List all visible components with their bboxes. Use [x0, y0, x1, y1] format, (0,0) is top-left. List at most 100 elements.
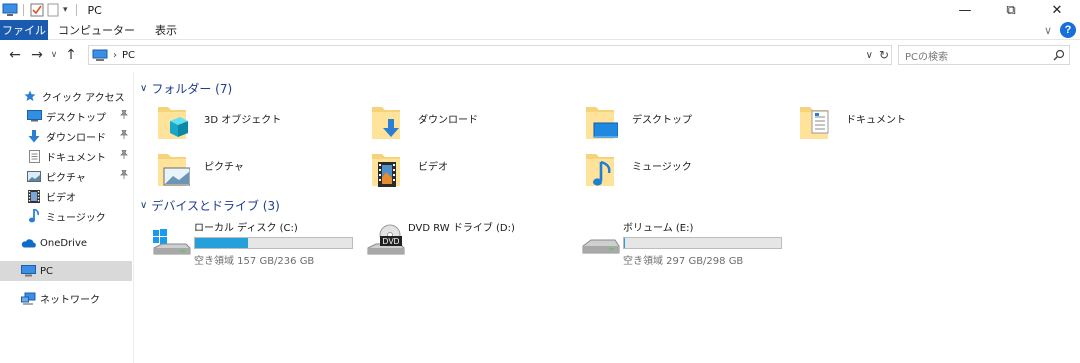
- dvd-drive-icon: DVD: [366, 219, 406, 259]
- folder-pictures[interactable]: ピクチャ: [156, 150, 366, 198]
- folder-downloads[interactable]: ダウンロード: [370, 103, 580, 151]
- address-bar[interactable]: › PC ∨ ↻: [88, 45, 892, 65]
- folder-desktop[interactable]: デスクトップ: [584, 103, 794, 151]
- nav-item-desktop[interactable]: デスクトップ: [0, 106, 132, 126]
- new-folder-icon[interactable]: [45, 2, 61, 18]
- drive-label: ボリューム (E:): [623, 223, 694, 234]
- nav-label: ピクチャ: [46, 172, 86, 184]
- folder-music[interactable]: ミュージック: [584, 150, 794, 198]
- nav-label: デスクトップ: [46, 112, 106, 124]
- pictures-icon: [26, 168, 42, 184]
- folder-3d-objects[interactable]: 3D オブジェクト: [156, 103, 366, 151]
- onedrive-icon: [20, 235, 36, 251]
- drives-group-header[interactable]: ∨ デバイスとドライブ (3): [140, 197, 280, 214]
- drive-free-space: 空き領域 297 GB/298 GB: [623, 256, 744, 267]
- drive-c[interactable]: ローカル ディスク (C:) 空き領域 157 GB/236 GB: [152, 219, 353, 267]
- window-controls: — ⧉ ✕: [942, 0, 1080, 20]
- drive-e[interactable]: ボリューム (E:) 空き領域 297 GB/298 GB: [581, 219, 782, 267]
- address-row: ← → ∨ ↑ › PC ∨ ↻ PCの検索: [0, 40, 1080, 70]
- nav-quick-access[interactable]: クイック アクセス: [0, 86, 132, 106]
- folders-group-header[interactable]: ∨ フォルダー (7): [140, 80, 232, 97]
- breadcrumb-separator: ›: [113, 49, 117, 61]
- folder-documents[interactable]: ドキュメント: [798, 103, 1008, 151]
- folder-label: ビデオ: [418, 162, 448, 173]
- desktop-folder-icon: [584, 103, 626, 145]
- desktop-icon: [26, 108, 42, 124]
- documents-icon: [26, 148, 42, 164]
- qat-separator: [23, 4, 24, 16]
- downloads-folder-icon: [370, 103, 412, 145]
- folder-label: ダウンロード: [418, 115, 478, 126]
- folders-group-title: フォルダー (7): [151, 82, 233, 96]
- nav-label: ミュージック: [46, 212, 106, 224]
- documents-folder-icon: [798, 103, 840, 145]
- folder-videos[interactable]: ビデオ: [370, 150, 580, 198]
- window-title: PC: [87, 3, 102, 17]
- nav-item-videos[interactable]: ビデオ: [0, 186, 132, 206]
- qat-separator: [75, 4, 77, 16]
- drives-group-title: デバイスとドライブ (3): [151, 199, 280, 213]
- quick-access-toolbar: ▾ PC: [0, 0, 102, 20]
- ribbon-expand-icon[interactable]: ∨: [1044, 24, 1052, 37]
- recent-locations-button[interactable]: ∨: [48, 45, 60, 65]
- pin-icon[interactable]: [120, 169, 128, 182]
- properties-icon[interactable]: [29, 2, 45, 18]
- help-icon[interactable]: ?: [1060, 22, 1076, 38]
- music-icon: [26, 208, 42, 224]
- ribbon-right: ∨ ?: [1044, 20, 1076, 40]
- pc-icon: [92, 49, 108, 62]
- folder-label: ミュージック: [632, 162, 692, 173]
- pc-icon: [20, 263, 36, 279]
- address-dropdown-icon[interactable]: ∨: [866, 50, 873, 61]
- folder-label: デスクトップ: [632, 115, 692, 126]
- pin-icon[interactable]: [120, 129, 128, 142]
- tab-view[interactable]: 表示: [145, 20, 187, 40]
- nav-item-documents[interactable]: ドキュメント: [0, 146, 132, 166]
- disk-usage-bar: [623, 237, 782, 249]
- qat-dropdown-icon[interactable]: ▾: [63, 5, 68, 15]
- ribbon-tabs: ファイル コンピューター 表示 ∨ ?: [0, 19, 1080, 40]
- search-icon: [1053, 49, 1065, 64]
- windows-drive-icon: [152, 219, 192, 259]
- download-icon: [26, 128, 42, 144]
- search-input[interactable]: PCの検索: [898, 45, 1070, 65]
- tab-file[interactable]: ファイル: [0, 19, 48, 40]
- back-button[interactable]: ←: [6, 45, 24, 65]
- pin-icon[interactable]: [120, 109, 128, 122]
- restore-button[interactable]: ⧉: [988, 0, 1034, 20]
- navigation-pane: クイック アクセス デスクトップ ダウンロード ドキュメント ピクチャ ビデオ …: [0, 72, 134, 363]
- videos-folder-icon: [370, 150, 412, 192]
- nav-pc[interactable]: PC: [0, 261, 132, 281]
- up-button[interactable]: ↑: [62, 45, 80, 65]
- chevron-down-icon: ∨: [140, 200, 148, 211]
- network-icon: [20, 290, 36, 306]
- nav-label: OneDrive: [40, 237, 88, 249]
- nav-item-downloads[interactable]: ダウンロード: [0, 126, 132, 146]
- nav-item-pictures[interactable]: ピクチャ: [0, 166, 132, 186]
- nav-network[interactable]: ネットワーク: [0, 288, 132, 308]
- nav-label: ネットワーク: [40, 294, 100, 306]
- drive-d[interactable]: DVD DVD RW ドライブ (D:): [366, 219, 515, 259]
- pc-app-icon: [2, 2, 18, 18]
- address-actions: ∨ ↻: [866, 46, 889, 64]
- title-bar: ▾ PC — ⧉ ✕: [0, 0, 1080, 20]
- folder-label: ピクチャ: [204, 162, 244, 173]
- drive-label: DVD RW ドライブ (D:): [408, 223, 515, 234]
- minimize-button[interactable]: —: [942, 0, 988, 20]
- close-button[interactable]: ✕: [1034, 0, 1080, 20]
- chevron-down-icon: ∨: [140, 83, 148, 94]
- forward-button[interactable]: →: [28, 45, 46, 65]
- nav-label: PC: [40, 265, 54, 277]
- nav-label: ビデオ: [46, 192, 76, 204]
- refresh-icon[interactable]: ↻: [879, 48, 889, 62]
- videos-icon: [26, 188, 42, 204]
- folder-label: 3D オブジェクト: [204, 115, 282, 126]
- nav-label: クイック アクセス: [42, 92, 125, 104]
- pin-icon[interactable]: [120, 149, 128, 162]
- tab-computer[interactable]: コンピューター: [48, 20, 145, 40]
- nav-label: ダウンロード: [46, 132, 106, 144]
- nav-onedrive[interactable]: OneDrive: [0, 233, 132, 253]
- dvd-badge: DVD: [383, 237, 400, 246]
- nav-item-music[interactable]: ミュージック: [0, 206, 132, 226]
- breadcrumb-pc[interactable]: PC: [122, 50, 135, 61]
